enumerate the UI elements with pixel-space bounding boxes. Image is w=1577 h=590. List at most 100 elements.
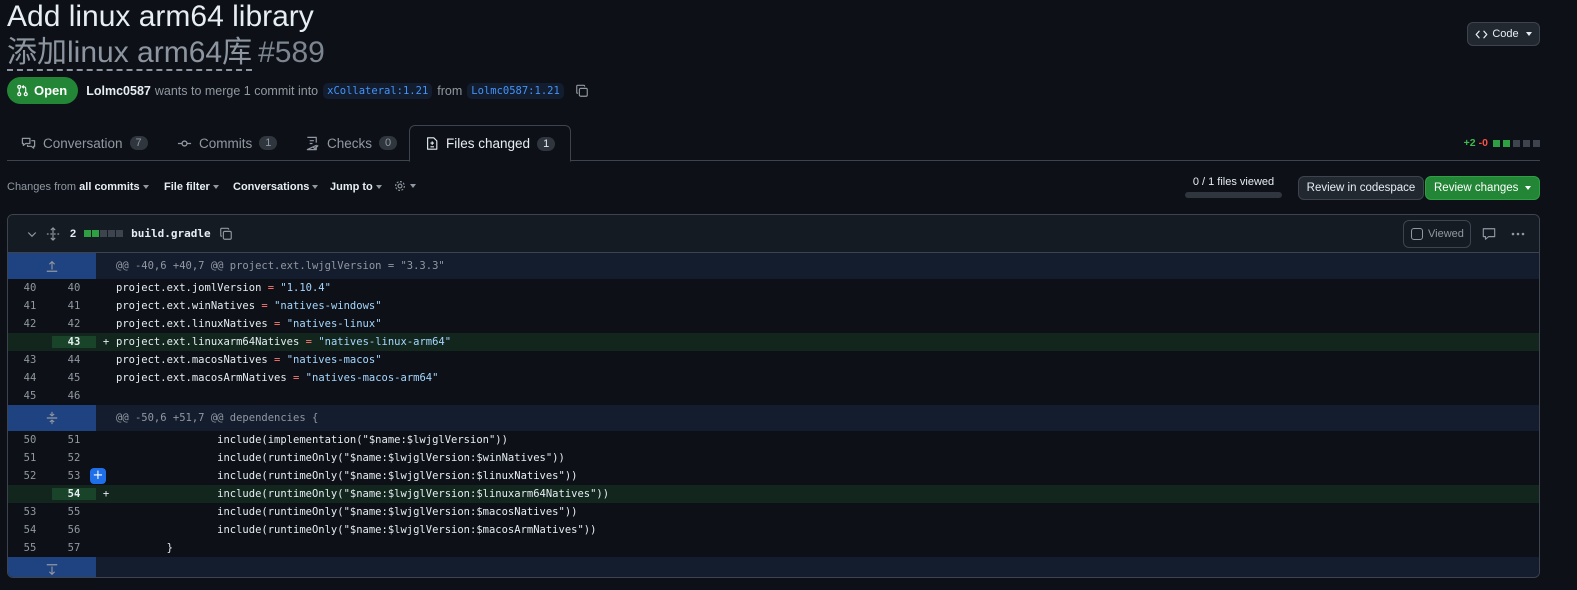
code-button-label: Code	[1492, 28, 1519, 40]
conversations-dropdown[interactable]: Conversations	[233, 181, 319, 193]
chevron-down-icon	[410, 184, 416, 188]
diff-row: 44 45 project.ext.macosArmNatives = "nativ…	[23, 372, 439, 384]
tab-counter: 1	[259, 136, 278, 150]
pr-title-translated: 添加linux arm64库 #589	[7, 34, 325, 72]
kebab-horizontal-icon[interactable]	[1510, 226, 1526, 242]
files-viewed-progress	[1185, 192, 1282, 198]
file-diff-icon	[427, 137, 438, 150]
status-label: Open	[34, 83, 68, 98]
diffstat-block	[116, 230, 124, 237]
diff-row-added: 54 + include(runtimeOnly("$name:$lwjglVer…	[8, 485, 1539, 503]
chevron-down-icon	[142, 185, 149, 190]
checklist-icon	[306, 136, 319, 150]
comment-icon[interactable]	[1482, 227, 1496, 241]
hunk-text: @@ -50,6 +51,7 @@ dependencies {	[116, 412, 319, 424]
hunk-header: @@ -40,6 +40,7 @@ project.ext.lwjglVersi…	[8, 253, 1539, 279]
diffstat-block	[1533, 139, 1540, 147]
diff-row: 50 51 include(implementation("$name:$lwjg…	[23, 434, 508, 446]
head-branch[interactable]: Lolmc0587:1.21	[467, 82, 564, 99]
comment-discussion-icon	[21, 137, 36, 149]
tab-label: Checks	[327, 135, 373, 151]
jump-to-label: Jump to	[330, 181, 373, 193]
diff-row: 42 42 project.ext.linuxNatives = "natives-…	[23, 318, 382, 330]
expand-up-button[interactable]	[8, 253, 96, 279]
review-changes-dropdown[interactable]	[1517, 177, 1539, 199]
file-filter-dropdown[interactable]: File filter	[164, 181, 219, 193]
fold-down-icon	[46, 564, 58, 576]
tab-conversation[interactable]: Conversation 7	[21, 125, 148, 161]
jump-to-dropdown[interactable]: Jump to	[330, 181, 382, 193]
files-viewed-text: 0 / 1 files viewed	[1192, 176, 1275, 188]
pr-title: Add linux arm64 library	[7, 0, 314, 33]
review-changes-button[interactable]: Review changes	[1425, 176, 1540, 200]
diff-row: 53 55 include(runtimeOnly("$name:$lwjglVe…	[23, 506, 578, 518]
diffstat-block	[1523, 139, 1530, 147]
hunk-header: @@ -50,6 +51,7 @@ dependencies {	[8, 405, 1539, 431]
diffstat-block	[100, 230, 108, 237]
changes-from-dropdown[interactable]: Changes from all commits	[7, 181, 149, 193]
diffstat-block	[1493, 139, 1500, 147]
diffstat-block	[92, 230, 100, 237]
checkbox-square	[1411, 228, 1423, 240]
diff-row: 52 53 include(runtimeOnly("$name:$lwjglVe…	[23, 468, 578, 484]
diff-toolbar: Changes from all commits File filter Con…	[7, 176, 1540, 200]
file-name-link[interactable]: build.gradle	[131, 227, 210, 240]
tab-files-changed[interactable]: Files changed 1	[409, 125, 572, 162]
from-text: from	[437, 83, 463, 98]
author-link[interactable]: Lolmc0587	[86, 84, 151, 98]
tab-checks[interactable]: Checks 0	[305, 125, 398, 161]
diffstat-block	[108, 230, 116, 237]
file-diffstat	[84, 230, 124, 237]
settings-dropdown[interactable]	[393, 179, 416, 193]
deletions-count: -0	[1478, 137, 1488, 149]
pr-number: #589	[258, 36, 325, 69]
pr-meta: Open Lolmc0587 wants to merge 1 commit i…	[7, 77, 589, 104]
code-icon	[1475, 30, 1488, 38]
status-badge: Open	[7, 77, 79, 104]
diffstat-block	[84, 230, 92, 237]
pr-title-zh: 添加linux arm64库	[7, 36, 253, 71]
merge-text: wants to merge 1 commit into	[154, 83, 319, 98]
code-button[interactable]: Code	[1467, 22, 1540, 46]
expand-both-button[interactable]	[8, 405, 96, 431]
hunk-text: @@ -40,6 +40,7 @@ project.ext.lwjglVersi…	[116, 260, 445, 272]
chevron-down-icon[interactable]	[26, 228, 38, 240]
diff-row-added: 43 + project.ext.linuxarm64Natives = "nati…	[8, 333, 1539, 351]
file-diff: 2 build.gradle Viewed @@ -40,6 +40,7 @@ …	[7, 214, 1540, 578]
diff-row: 55 57 }	[23, 542, 173, 554]
unfold-icon	[46, 411, 58, 425]
copy-icon[interactable]	[219, 227, 233, 241]
file-header: 2 build.gradle Viewed	[8, 215, 1539, 253]
file-change-count: 2	[70, 227, 77, 240]
diff-row: 43 44 project.ext.macosNatives = "natives-…	[23, 354, 382, 366]
pr-tabs: Conversation 7 Commits 1 Checks 0 Files …	[7, 125, 1540, 162]
tab-commits[interactable]: Commits 1	[177, 125, 278, 161]
changes-from-value: all commits	[79, 181, 140, 193]
diff-row: 54 56 include(runtimeOnly("$name:$lwjglVe…	[23, 524, 597, 536]
tab-label: Files changed	[446, 136, 531, 151]
chevron-down-icon	[212, 185, 219, 190]
base-branch[interactable]: xCollateral:1.21	[323, 82, 433, 99]
expand-all-icon[interactable]	[46, 226, 60, 241]
diff-row: 51 52 include(runtimeOnly("$name:$lwjglVe…	[23, 452, 565, 464]
expand-down-button[interactable]	[8, 557, 96, 577]
diff-row: 40 40 project.ext.jomlVersion = "1.10.4"	[23, 282, 331, 294]
add-comment-button[interactable]: +	[90, 468, 106, 484]
commit-icon	[177, 139, 192, 147]
tab-counter: 1	[537, 136, 556, 151]
diffstat-block	[1513, 139, 1520, 147]
pull-request-icon	[17, 84, 28, 97]
chevron-down-icon	[375, 185, 382, 190]
diff-table: @@ -40,6 +40,7 @@ project.ext.lwjglVersi…	[8, 253, 1539, 577]
copy-icon[interactable]	[575, 84, 589, 98]
review-changes-label: Review changes	[1434, 182, 1519, 194]
diff-row: 45 46	[23, 390, 81, 402]
chevron-down-icon	[312, 185, 319, 190]
review-in-codespace-button[interactable]: Review in codespace	[1298, 176, 1424, 200]
fold-up-icon	[46, 260, 58, 272]
tab-counter: 7	[129, 136, 148, 150]
viewed-checkbox[interactable]: Viewed	[1403, 220, 1471, 248]
pr-title-block: Add linux arm64 library 添加linux arm64库 #5…	[7, 0, 325, 72]
diff-row: 41 41 project.ext.winNatives = "natives-wi…	[23, 300, 382, 312]
tab-label: Commits	[199, 135, 253, 151]
